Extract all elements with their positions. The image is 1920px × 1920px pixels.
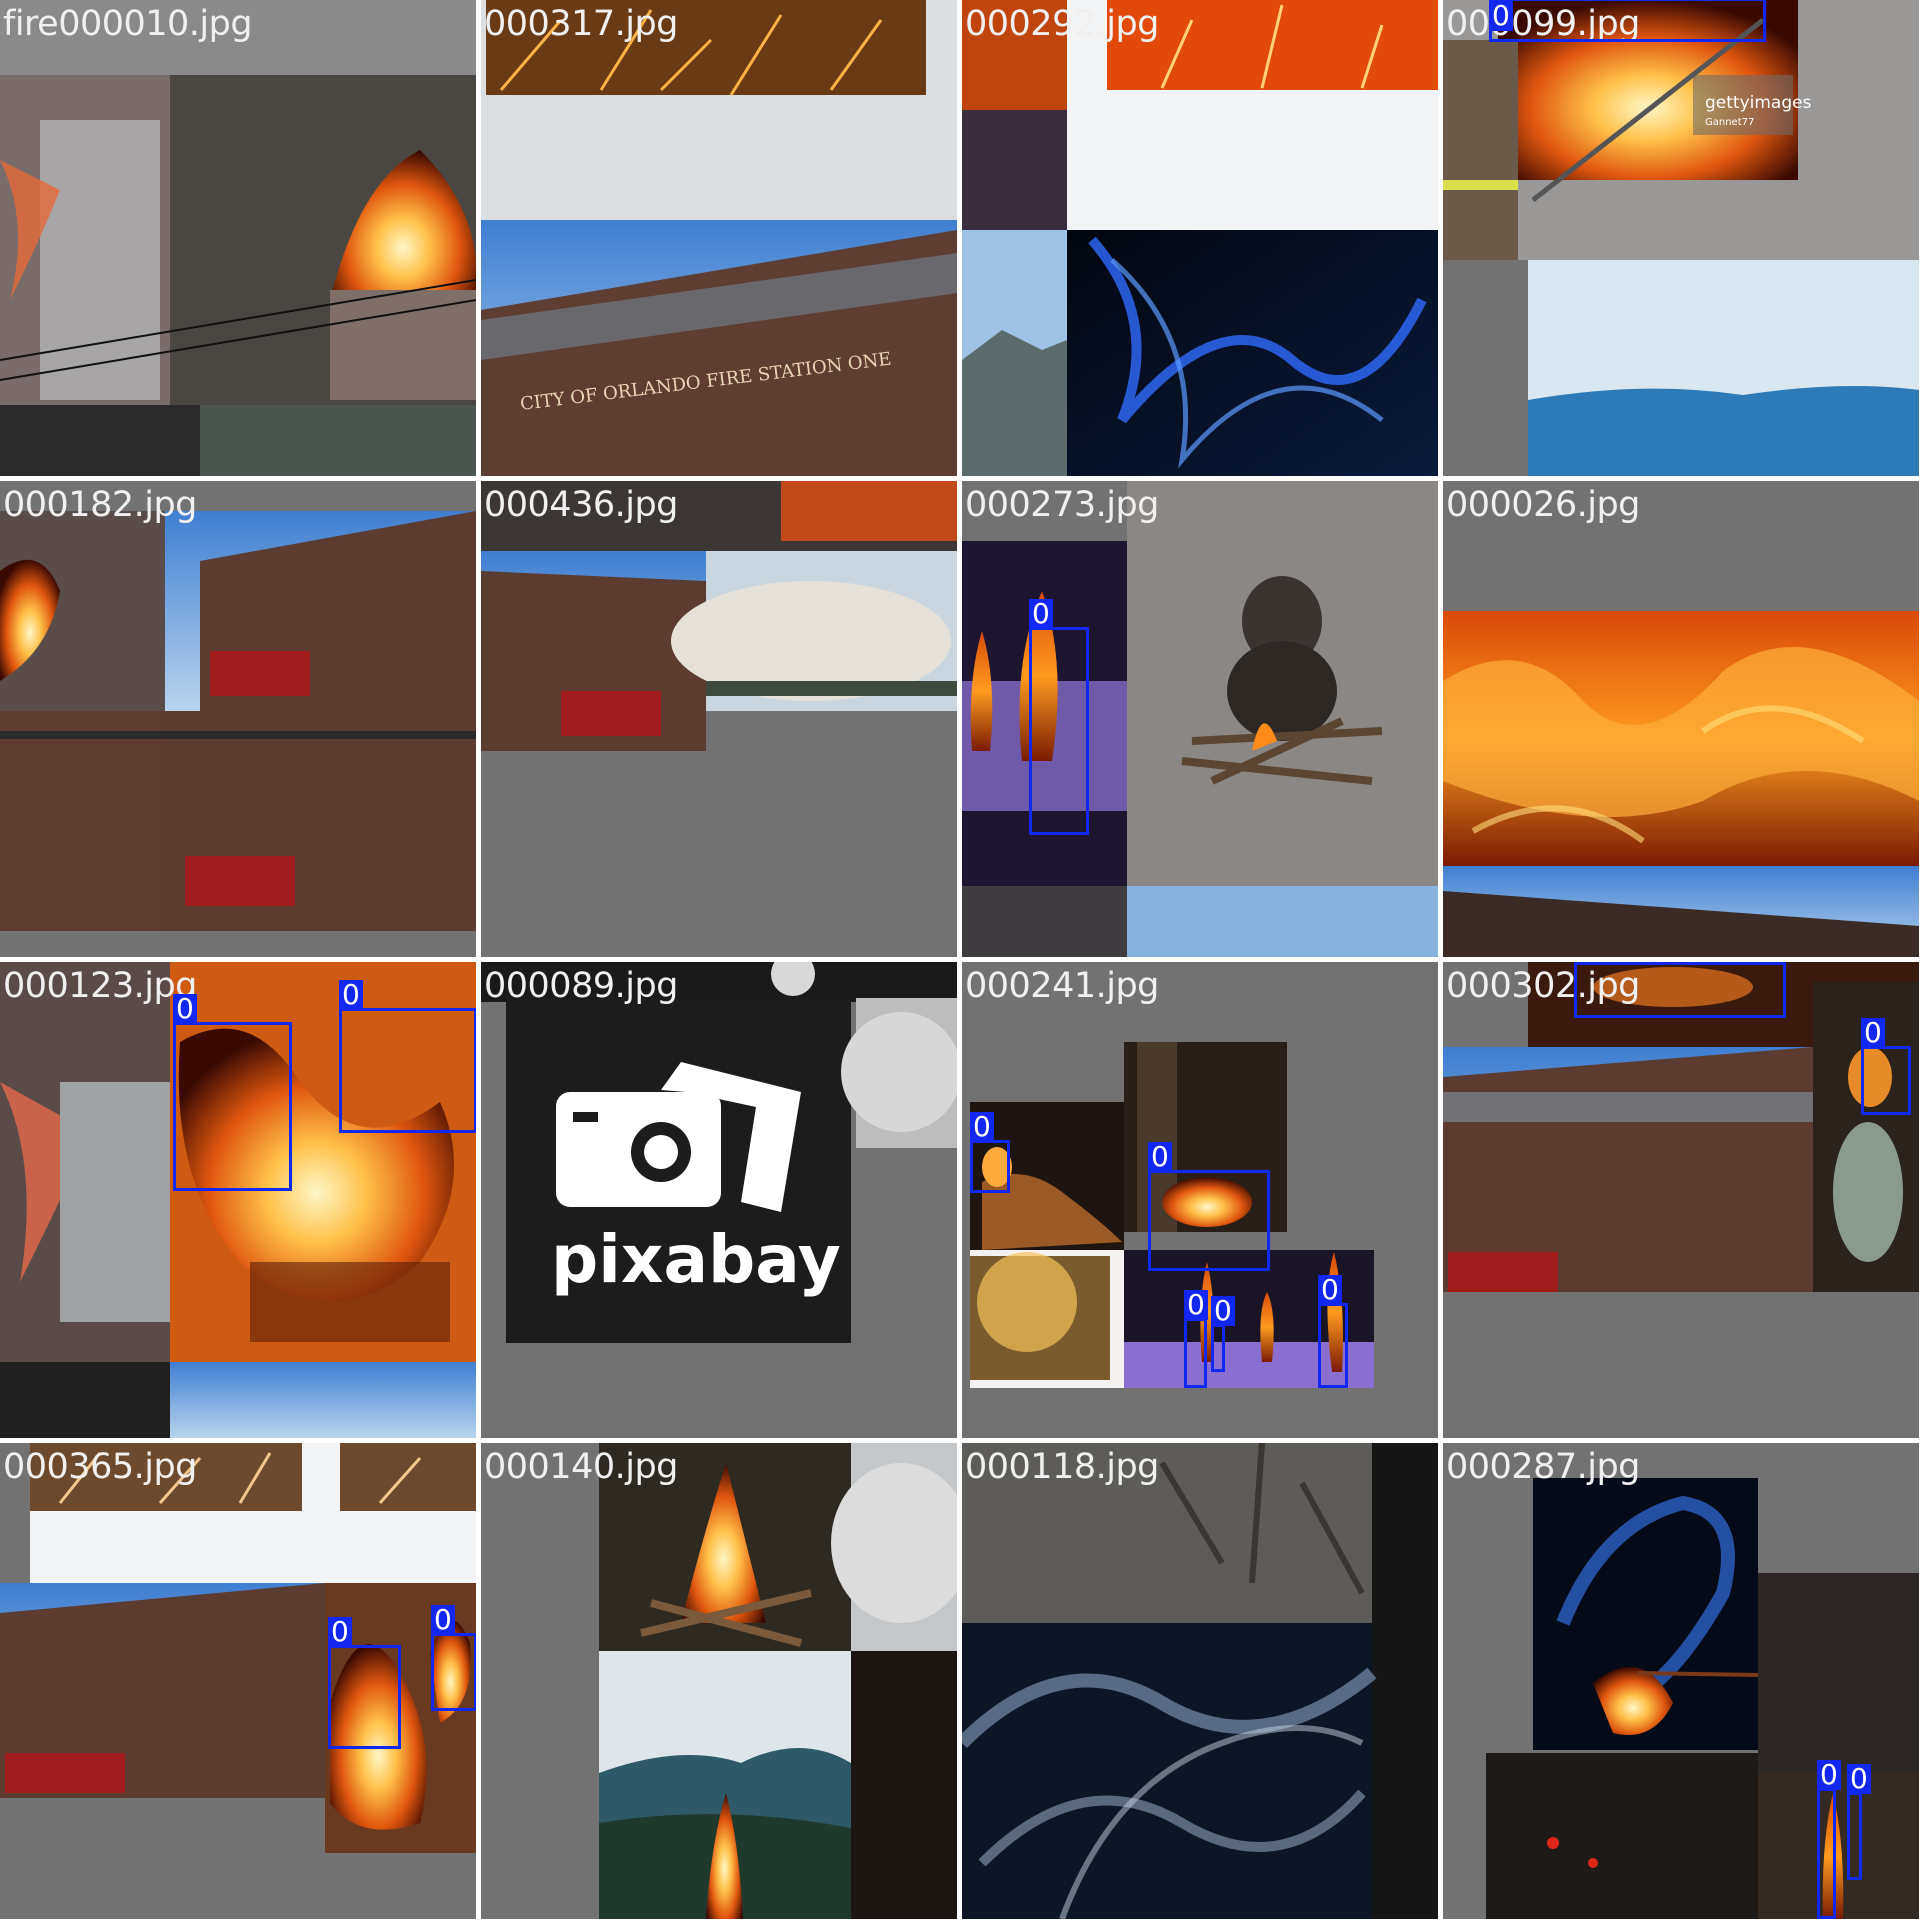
tile-image xyxy=(0,511,476,931)
gettyimages-watermark: gettyimages xyxy=(1705,93,1812,113)
mosaic-tile: CITY OF ORLANDO FIRE STATION ONE 000317.… xyxy=(481,0,957,476)
mosaic-tile: fire000010.jpg xyxy=(0,0,476,476)
detection-box: 0 xyxy=(1211,1296,1235,1372)
detection-box: 0 xyxy=(1817,1760,1841,1919)
detection-label: 0 xyxy=(1489,1,1513,31)
tile-filename: fire000010.jpg xyxy=(3,4,253,44)
detection-label: 0 xyxy=(431,1605,455,1635)
tile-image xyxy=(0,1443,476,1919)
detection-box: 0 xyxy=(1029,599,1089,835)
detection-label: 0 xyxy=(1861,1018,1885,1048)
detection-box: 0 xyxy=(1847,1764,1871,1880)
tile-filename: 000292.jpg xyxy=(965,4,1159,44)
detection-box: 0 xyxy=(1184,1290,1208,1388)
detection-label: 0 xyxy=(1211,1296,1235,1326)
mosaic-tile: 000026.jpg xyxy=(1443,481,1919,957)
mosaic-tile: 0 0 000365.jpg xyxy=(0,1443,476,1919)
mosaic-tile: 000118.jpg xyxy=(962,1443,1438,1919)
tile-filename: 000436.jpg xyxy=(484,485,678,525)
detection-box: 0 xyxy=(328,1617,401,1749)
detection-box: 0 xyxy=(1574,962,1786,1018)
detection-label: 0 xyxy=(173,994,197,1024)
detection-box: 0 xyxy=(431,1605,476,1711)
mosaic-tile: 0 0 000123.jpg xyxy=(0,962,476,1438)
detection-box: 0 xyxy=(173,994,292,1191)
detection-box: 0 xyxy=(339,980,476,1133)
mosaic-tile: pixabay 000089.jpg xyxy=(481,962,957,1438)
detection-label: 0 xyxy=(1148,1142,1172,1172)
detection-label: 0 xyxy=(1184,1290,1208,1320)
tile-filename: 000089.jpg xyxy=(484,966,678,1006)
tile-image xyxy=(599,1443,957,1919)
mosaic-tile: 000182.jpg xyxy=(0,481,476,957)
detection-label: 0 xyxy=(1574,962,1598,964)
tile-image xyxy=(1443,962,1919,1438)
tile-filename: 000317.jpg xyxy=(484,4,678,44)
detection-box: 0 xyxy=(1861,1018,1911,1115)
mosaic-tile: 000140.jpg xyxy=(481,1443,957,1919)
mosaic-grid: fire000010.jpg CITY OF ORLANDO FIRE STAT… xyxy=(0,0,1920,1920)
tile-filename: 000140.jpg xyxy=(484,1447,678,1487)
tile-filename: 000241.jpg xyxy=(965,966,1159,1006)
mosaic-tile: 000292.jpg xyxy=(962,0,1438,476)
pixabay-logo: pixabay xyxy=(551,1221,841,1298)
detection-label: 0 xyxy=(970,1112,994,1142)
detection-label: 0 xyxy=(339,980,363,1010)
tile-image xyxy=(481,481,957,751)
mosaic-tile: 000436.jpg xyxy=(481,481,957,957)
mosaic-tile: 0 0 000302.jpg xyxy=(1443,962,1919,1438)
tile-filename: 000118.jpg xyxy=(965,1447,1159,1487)
tile-filename: 000123.jpg xyxy=(3,966,197,1006)
tile-image xyxy=(0,0,476,476)
tile-image xyxy=(1443,611,1919,957)
detection-box: 0 xyxy=(970,1112,1010,1193)
mosaic-tile: 0 000273.jpg xyxy=(962,481,1438,957)
detection-label: 0 xyxy=(1318,1275,1342,1305)
detection-label: 0 xyxy=(328,1617,352,1647)
detection-box: 0 xyxy=(1148,1142,1270,1271)
tile-image xyxy=(962,0,1438,476)
detection-label: 0 xyxy=(1817,1760,1841,1790)
detection-box: 0 xyxy=(1489,0,1766,42)
getty-credit: Gannet77 xyxy=(1705,117,1754,128)
tile-filename: 000182.jpg xyxy=(3,485,197,525)
tile-filename: 000365.jpg xyxy=(3,1447,197,1487)
mosaic-tile: 0 0 0 0 0 000241.jpg xyxy=(962,962,1438,1438)
detection-label: 0 xyxy=(1847,1764,1871,1794)
tile-image xyxy=(962,1443,1438,1919)
detection-label: 0 xyxy=(1029,599,1053,629)
tile-filename: 000273.jpg xyxy=(965,485,1159,525)
tile-filename: 000026.jpg xyxy=(1446,485,1640,525)
tile-image: CITY OF ORLANDO FIRE STATION ONE xyxy=(481,0,957,476)
tile-image: pixabay xyxy=(481,962,957,1343)
tile-image: gettyimages Gannet77 xyxy=(1443,0,1919,476)
detection-box: 0 xyxy=(1318,1275,1348,1388)
mosaic-tile: gettyimages Gannet77 0 000099.jpg xyxy=(1443,0,1919,476)
tile-filename: 000287.jpg xyxy=(1446,1447,1640,1487)
mosaic-tile: 0 0 000287.jpg xyxy=(1443,1443,1919,1919)
